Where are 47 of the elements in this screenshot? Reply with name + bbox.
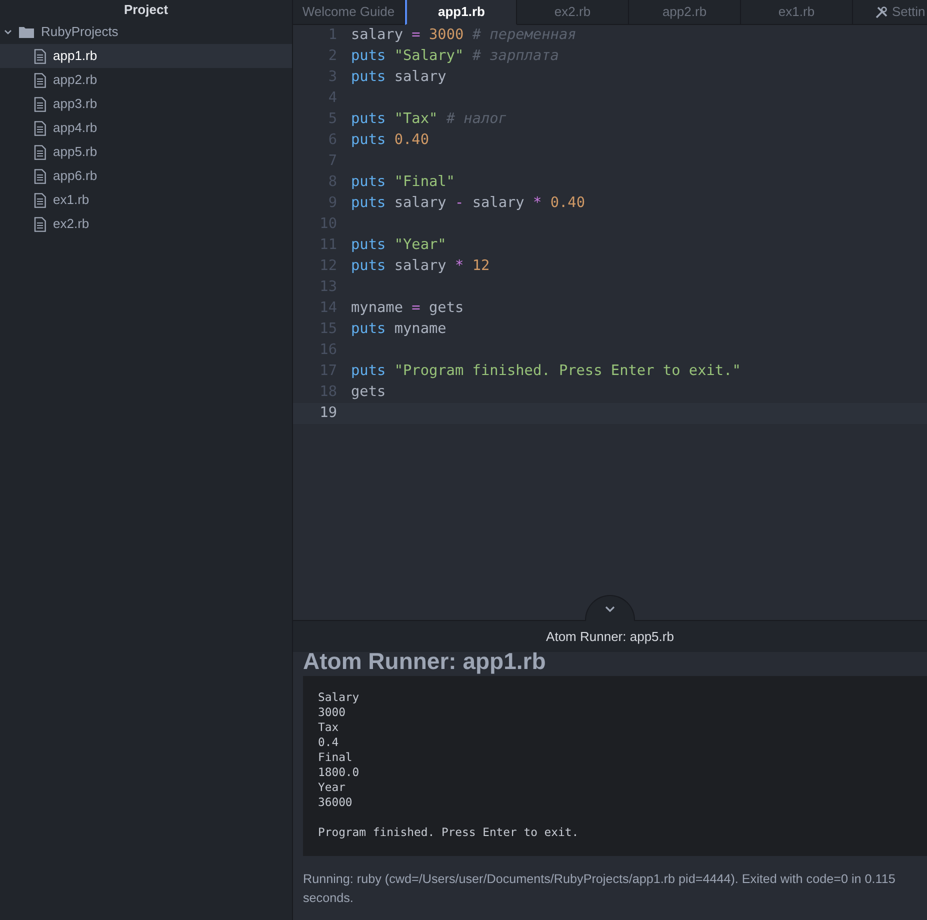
code-line: puts myname xyxy=(351,320,446,339)
file-item[interactable]: app1.rb xyxy=(0,44,292,68)
file-item[interactable]: ex2.rb xyxy=(0,212,292,236)
status-message: Running: ruby (cwd=/Users/user/Documents/RubyProjects/app1.rb pid=4444). Exited with code=0 in 0.115 seconds. xyxy=(303,871,896,907)
code-line: puts "Tax" # налог xyxy=(351,110,507,129)
file-item[interactable]: app4.rb xyxy=(0,116,292,140)
folder-icon xyxy=(19,26,34,38)
line-number: 19 xyxy=(318,404,337,423)
code-line: gets xyxy=(351,383,386,402)
code-line: puts 0.40 xyxy=(351,131,429,150)
file-icon xyxy=(34,48,46,64)
code-line: salary = 3000 # переменная xyxy=(351,26,576,45)
file-icon xyxy=(34,192,46,208)
editor-tab[interactable]: Welcome Guide xyxy=(293,0,405,25)
tools-icon xyxy=(875,6,888,18)
code-line: puts "Year" xyxy=(351,236,446,255)
panel-title: Atom Runner: app5.rb xyxy=(293,620,927,652)
file-item[interactable]: app5.rb xyxy=(0,140,292,164)
file-item[interactable]: app3.rb xyxy=(0,92,292,116)
file-icon xyxy=(34,96,46,112)
file-item[interactable]: app2.rb xyxy=(0,68,292,92)
file-item[interactable]: app6.rb xyxy=(0,164,292,188)
file-icon xyxy=(34,120,46,136)
folder-item[interactable]: RubyProjects xyxy=(0,20,292,44)
chevron-down-icon xyxy=(4,28,12,36)
code-line: puts salary xyxy=(351,68,446,87)
code-line: puts salary * 12 xyxy=(351,257,490,276)
editor-tab[interactable]: ex2.rb xyxy=(517,0,629,25)
code-line: puts "Final" xyxy=(351,173,455,192)
editor-tab[interactable]: app2.rb xyxy=(629,0,741,25)
code-line: puts salary - salary * 0.40 xyxy=(351,194,585,213)
chevron-down-icon xyxy=(604,604,616,612)
output-console: Salary 3000 Tax 0.4 Final 1800.0 Year 36000 Program finished. Press Enter to exit. xyxy=(303,676,927,856)
editor-tab[interactable]: ex1.rb xyxy=(741,0,853,25)
file-icon xyxy=(34,72,46,88)
runner-heading: Atom Runner: app1.rb xyxy=(303,652,547,676)
code-editor[interactable] xyxy=(293,25,927,620)
code-line: myname = gets xyxy=(351,299,464,318)
file-item[interactable]: ex1.rb xyxy=(0,188,292,212)
collapse-button[interactable] xyxy=(585,595,635,621)
panel-title: Project xyxy=(122,1,170,19)
code-line: puts "Salary" # зарплата xyxy=(351,47,559,66)
file-icon xyxy=(34,144,46,160)
editor-tab[interactable]: app1.rb xyxy=(405,0,517,25)
code-line: puts "Program finished. Press Enter to exit." xyxy=(351,362,741,381)
file-icon xyxy=(34,168,46,184)
file-icon xyxy=(34,216,46,232)
